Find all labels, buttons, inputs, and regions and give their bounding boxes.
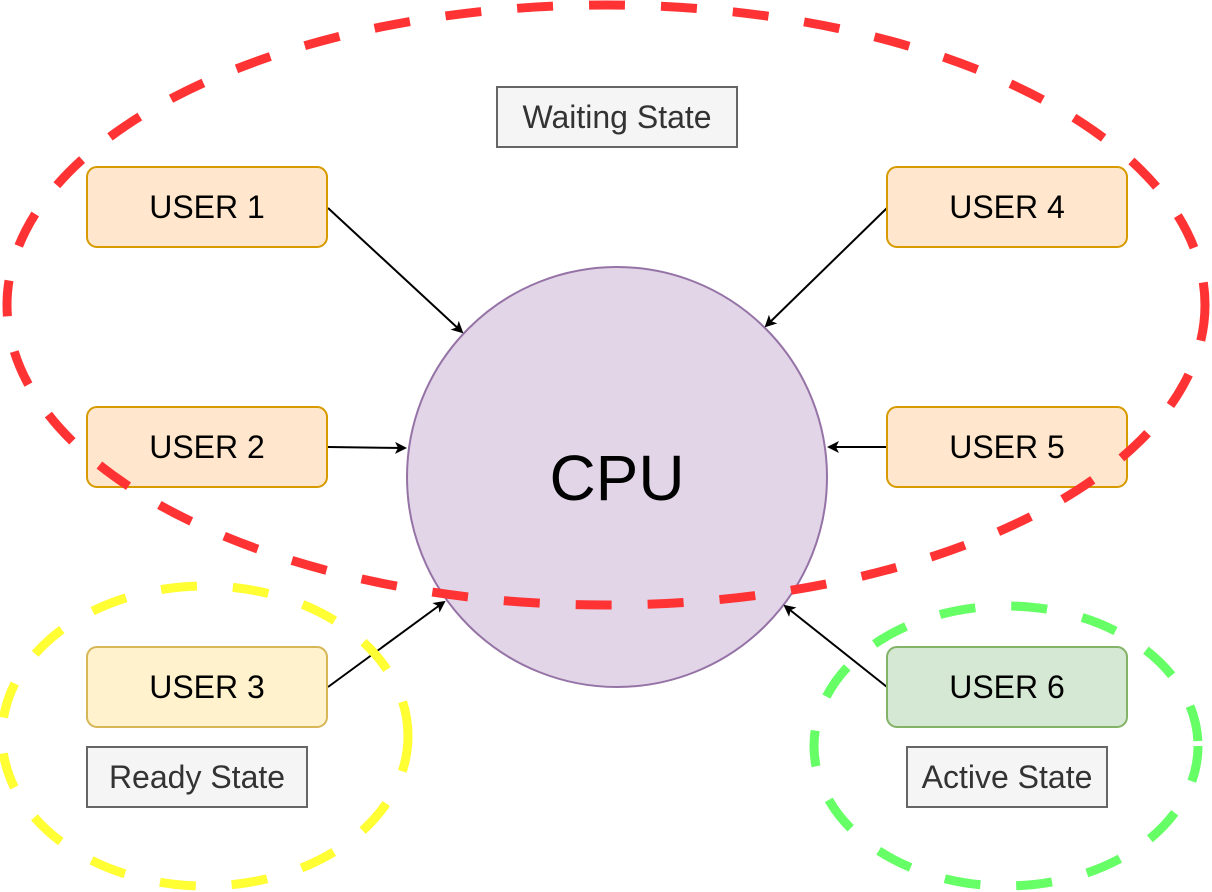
- user-node-1[interactable]: USER 1: [86, 166, 328, 248]
- waiting-state-text: Waiting State: [522, 99, 711, 135]
- ready-state-text: Ready State: [109, 759, 285, 795]
- ready-state-boundary: [0, 581, 413, 891]
- user-node-5[interactable]: USER 5: [886, 406, 1128, 488]
- cpu-label: CPU: [549, 442, 684, 514]
- edge-user2-cpu[interactable]: [327, 441, 407, 454]
- user-node-label: USER 4: [949, 189, 1065, 225]
- waiting-state-label[interactable]: Waiting State: [496, 86, 738, 148]
- user-node-label: USER 5: [949, 429, 1065, 465]
- edge-user1-cpu[interactable]: [327, 207, 464, 334]
- user-node-label: USER 6: [949, 669, 1065, 705]
- user-node-label: USER 3: [149, 669, 265, 705]
- user-node-2[interactable]: USER 2: [86, 406, 328, 488]
- active-state-text: Active State: [922, 759, 1093, 795]
- edge-user4-cpu[interactable]: [764, 207, 888, 328]
- diagram-canvas: CPU USER 1 USER 2 USER 3 USER 4 USER 5 U…: [0, 0, 1210, 891]
- cpu-node[interactable]: CPU: [406, 266, 828, 688]
- user-node-6[interactable]: USER 6: [886, 646, 1128, 728]
- user-node-label: USER 1: [149, 189, 265, 225]
- ready-state-label[interactable]: Ready State: [86, 746, 308, 808]
- active-state-label[interactable]: Active State: [906, 746, 1108, 808]
- user-node-3[interactable]: USER 3: [86, 646, 328, 728]
- edge-user3-cpu[interactable]: [327, 600, 446, 688]
- user-node-4[interactable]: USER 4: [886, 166, 1128, 248]
- user-node-label: USER 2: [149, 429, 265, 465]
